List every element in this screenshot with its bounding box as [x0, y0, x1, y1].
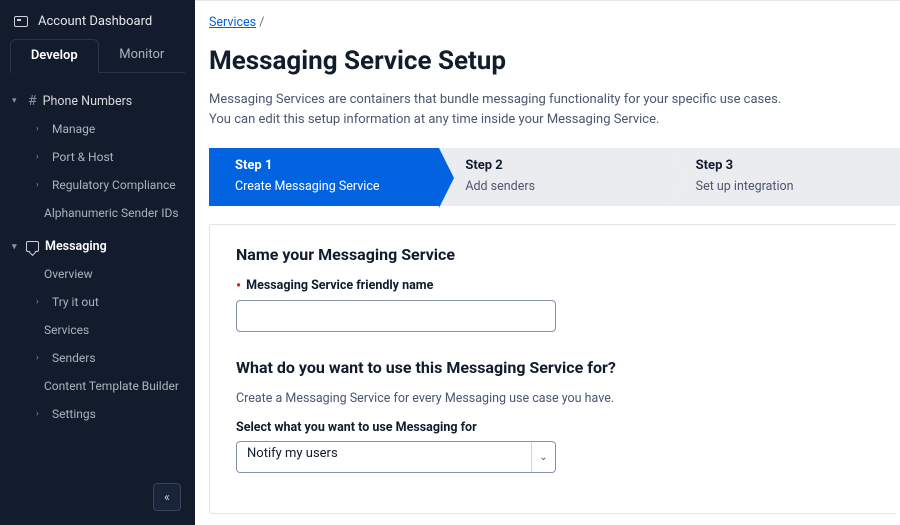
main-content: Services / Messaging Service Setup Messa… [195, 0, 900, 525]
sidebar-nav: ▾ # Phone Numbers › Manage › Port & Host… [0, 73, 195, 525]
tab-develop[interactable]: Develop [10, 39, 99, 73]
friendly-name-input[interactable] [236, 300, 556, 332]
page-title: Messaging Service Setup [195, 38, 900, 90]
step-label: Step 2 [465, 158, 653, 173]
sidebar: Account Dashboard Develop Monitor ▾ # Ph… [0, 0, 195, 525]
nav-item-label: Try it out [52, 295, 99, 309]
nav-item-content-template[interactable]: Content Template Builder [0, 372, 195, 400]
chevron-right-icon: › [36, 353, 44, 363]
friendly-name-label: • Messaging Service friendly name [236, 278, 870, 294]
dashboard-icon [14, 16, 28, 27]
chevron-down-icon: ▾ [12, 96, 20, 106]
purpose-select[interactable]: Notify my users [236, 441, 556, 473]
nav-item-label: Regulatory Compliance [52, 178, 176, 192]
nav-group-phone-numbers[interactable]: ▾ # Phone Numbers [0, 87, 195, 115]
nav-item-senders[interactable]: › Senders [0, 344, 195, 372]
nav-item-label: Manage [52, 122, 95, 136]
page-intro: Messaging Services are containers that b… [195, 90, 900, 148]
nav-item-port-host[interactable]: › Port & Host [0, 143, 195, 171]
purpose-section-title: What do you want to use this Messaging S… [236, 358, 870, 377]
tab-monitor[interactable]: Monitor [99, 39, 186, 73]
nav-item-label: Settings [52, 407, 96, 421]
purpose-select-label: Select what you want to use Messaging fo… [236, 420, 870, 435]
nav-item-label: Alphanumeric Sender IDs [44, 206, 179, 220]
sidebar-title: Account Dashboard [38, 14, 152, 29]
purpose-helper: Create a Messaging Service for every Mes… [236, 391, 870, 406]
nav-group-label: Phone Numbers [43, 94, 133, 109]
chevron-right-icon: › [36, 180, 44, 190]
nav-item-regulatory[interactable]: › Regulatory Compliance [0, 171, 195, 199]
intro-line-2: You can edit this setup information at a… [209, 110, 878, 130]
nav-item-label: Services [44, 323, 89, 337]
nav-item-services[interactable]: Services [0, 316, 195, 344]
friendly-name-label-text: Messaging Service friendly name [246, 278, 433, 293]
nav-item-overview[interactable]: Overview [0, 260, 195, 288]
nav-item-try-it-out[interactable]: › Try it out [0, 288, 195, 316]
intro-line-1: Messaging Services are containers that b… [209, 90, 878, 110]
step-desc: Set up integration [696, 179, 794, 194]
form-panel: Name your Messaging Service • Messaging … [209, 224, 896, 514]
chevron-right-icon: › [36, 152, 44, 162]
nav-item-label: Overview [44, 267, 93, 281]
sidebar-tabs: Develop Monitor [0, 39, 195, 73]
step-desc: Create Messaging Service [235, 179, 380, 194]
chevron-right-icon: › [36, 297, 44, 307]
required-marker: • [236, 278, 241, 294]
breadcrumb-services-link[interactable]: Services [209, 15, 256, 30]
nav-group-messaging[interactable]: ▾ Messaging [0, 233, 195, 260]
sidebar-collapse-button[interactable]: « [153, 483, 181, 511]
chevron-down-icon: ▾ [12, 242, 20, 252]
chevron-right-icon: › [36, 124, 44, 134]
breadcrumb-separator: / [259, 15, 264, 30]
stepper: Step 1 Create Messaging Service Step 2 A… [209, 148, 900, 206]
stepper-step-3[interactable]: Step 3 Set up integration [670, 148, 900, 206]
nav-item-label: Senders [52, 351, 96, 365]
stepper-step-2[interactable]: Step 2 Add senders [439, 148, 669, 206]
step-desc: Add senders [465, 179, 535, 194]
messaging-icon [26, 241, 39, 252]
chevron-right-icon: › [36, 409, 44, 419]
sidebar-header: Account Dashboard [0, 0, 195, 39]
nav-item-alphanumeric[interactable]: Alphanumeric Sender IDs [0, 199, 195, 227]
nav-item-settings[interactable]: › Settings [0, 400, 195, 428]
breadcrumb: Services / [195, 15, 900, 38]
nav-item-manage[interactable]: › Manage [0, 115, 195, 143]
step-label: Step 3 [696, 158, 884, 173]
purpose-select-wrap: Notify my users ⌄ [236, 441, 556, 473]
nav-item-label: Port & Host [52, 150, 114, 164]
step-label: Step 1 [235, 158, 423, 173]
nav-item-label: Content Template Builder [44, 379, 179, 393]
name-section-title: Name your Messaging Service [236, 245, 870, 264]
hash-icon: # [28, 93, 37, 109]
stepper-step-1[interactable]: Step 1 Create Messaging Service [209, 148, 439, 206]
nav-group-label: Messaging [45, 239, 107, 254]
chevron-double-left-icon: « [164, 490, 170, 504]
